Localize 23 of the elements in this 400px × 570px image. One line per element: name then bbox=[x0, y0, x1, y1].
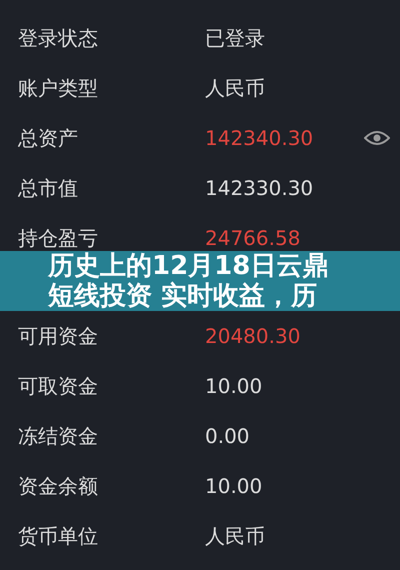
field-label: 总资产 bbox=[17, 124, 79, 152]
field-label: 冻结资金 bbox=[17, 422, 99, 450]
field-value: 已登录 bbox=[205, 24, 265, 52]
field-label: 登录状态 bbox=[17, 24, 99, 52]
field-label: 持仓盈亏 bbox=[17, 224, 99, 252]
field-label: 可用资金 bbox=[17, 322, 99, 350]
eye-icon[interactable] bbox=[364, 130, 390, 146]
field-label: 资金余额 bbox=[17, 472, 99, 500]
field-value: 24766.58 bbox=[205, 226, 300, 250]
field-value: 20480.30 bbox=[205, 324, 300, 348]
field-value: 142340.30 bbox=[205, 126, 314, 150]
field-value: 142330.30 bbox=[205, 176, 314, 200]
field-label: 货币单位 bbox=[17, 522, 99, 550]
field-value: 0.00 bbox=[205, 424, 250, 448]
field-value: 10.00 bbox=[205, 374, 262, 398]
banner-title-line: 短线投资 实时收益，历 bbox=[48, 281, 318, 311]
field-label: 总市值 bbox=[17, 174, 79, 202]
banner-title-line: 历史上的12月18日云鼎 bbox=[48, 251, 328, 281]
field-label: 账户类型 bbox=[17, 74, 99, 102]
field-label: 可取资金 bbox=[17, 372, 99, 400]
field-value: 10.00 bbox=[205, 474, 262, 498]
field-value: 人民币 bbox=[205, 522, 265, 550]
field-value: 人民币 bbox=[205, 74, 265, 102]
